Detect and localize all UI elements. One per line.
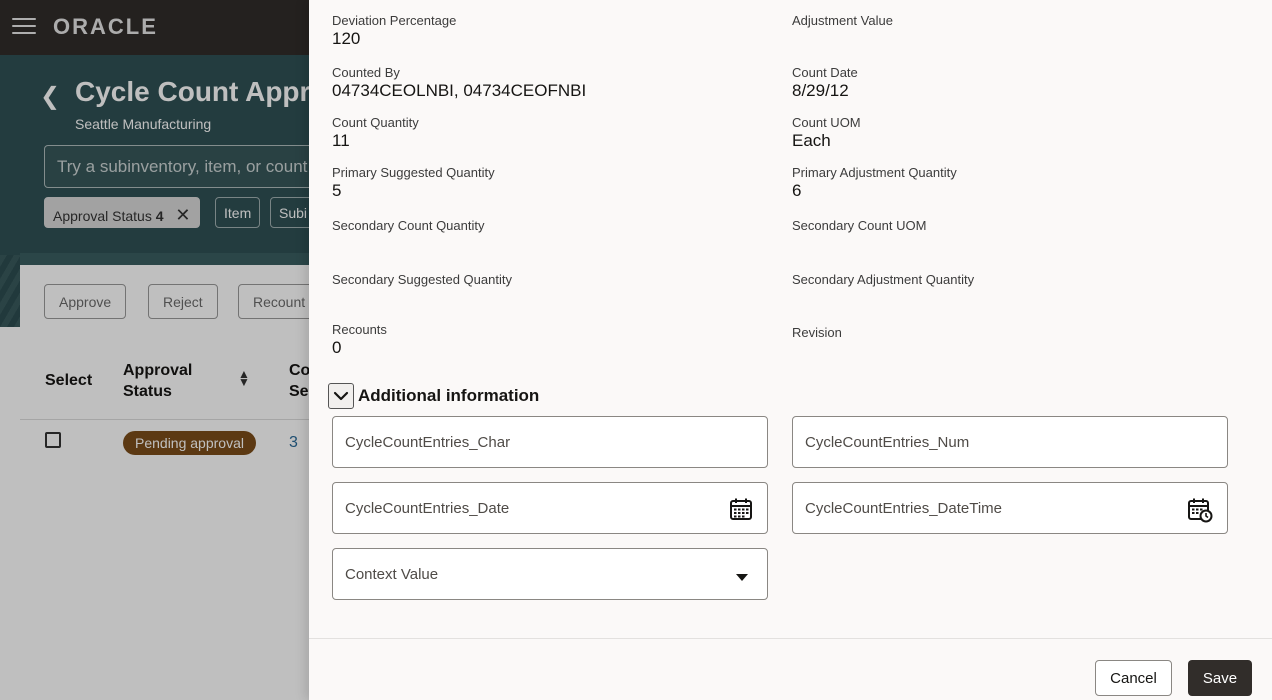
calendar-icon[interactable]	[729, 497, 753, 526]
datetime-field-label: CycleCountEntries_DateTime	[805, 500, 1003, 517]
count-quantity-label: Count Quantity	[332, 115, 419, 130]
save-button[interactable]: Save	[1188, 660, 1252, 696]
collapse-section-button[interactable]	[328, 383, 354, 409]
count-uom-label: Count UOM	[792, 115, 861, 130]
date-field-label: CycleCountEntries_Date	[345, 500, 510, 517]
cancel-button[interactable]: Cancel	[1095, 660, 1172, 696]
secondary-suggested-quantity-label: Secondary Suggested Quantity	[332, 272, 512, 287]
num-field[interactable]: CycleCountEntries_Num	[792, 416, 1228, 468]
recounts-value: 0	[332, 338, 342, 357]
count-date-value: 8/29/12	[792, 81, 849, 100]
divider	[309, 638, 1272, 639]
modal-scrim[interactable]	[0, 0, 309, 700]
section-title: Additional information	[358, 386, 540, 405]
dropdown-arrow-icon[interactable]	[735, 569, 749, 587]
counted-by-label: Counted By	[332, 65, 400, 80]
count-date-label: Count Date	[792, 65, 858, 80]
secondary-count-uom-label: Secondary Count UOM	[792, 218, 927, 233]
details-drawer: Deviation Percentage 120 Counted By 0473…	[309, 0, 1272, 700]
primary-suggested-quantity-value: 5	[332, 181, 342, 200]
secondary-count-quantity-label: Secondary Count Quantity	[332, 218, 485, 233]
deviation-percentage-value: 120	[332, 29, 361, 48]
num-field-label: CycleCountEntries_Num	[805, 434, 970, 451]
char-field[interactable]: CycleCountEntries_Char	[332, 416, 768, 468]
primary-suggested-quantity-label: Primary Suggested Quantity	[332, 165, 495, 180]
counted-by-value: 04734CEOLNBI, 04734CEOFNBI	[332, 81, 587, 100]
deviation-percentage-label: Deviation Percentage	[332, 13, 457, 28]
char-field-label: CycleCountEntries_Char	[345, 434, 511, 451]
calendar-clock-icon[interactable]	[1187, 497, 1213, 528]
context-value-label: Context Value	[345, 566, 439, 583]
date-field[interactable]: CycleCountEntries_Date	[332, 482, 768, 534]
adjustment-value-label: Adjustment Value	[792, 13, 893, 28]
context-value-select[interactable]: Context Value	[332, 548, 768, 600]
count-quantity-value: 11	[332, 131, 350, 150]
primary-adjustment-quantity-value: 6	[792, 181, 802, 200]
count-uom-value: Each	[792, 131, 831, 150]
datetime-field[interactable]: CycleCountEntries_DateTime	[792, 482, 1228, 534]
recounts-label: Recounts	[332, 322, 387, 337]
secondary-adjustment-quantity-label: Secondary Adjustment Quantity	[792, 272, 975, 287]
chevron-down-icon	[333, 391, 349, 401]
primary-adjustment-quantity-label: Primary Adjustment Quantity	[792, 165, 957, 180]
revision-label: Revision	[792, 325, 842, 340]
